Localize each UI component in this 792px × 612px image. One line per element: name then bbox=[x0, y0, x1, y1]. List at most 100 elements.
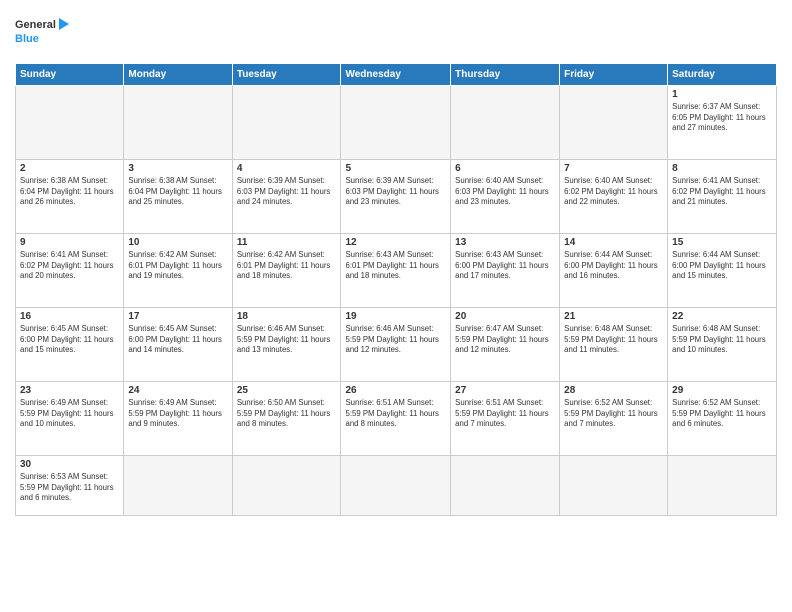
day-info: Sunrise: 6:37 AM Sunset: 6:05 PM Dayligh… bbox=[672, 102, 772, 134]
day-info: Sunrise: 6:42 AM Sunset: 6:01 PM Dayligh… bbox=[128, 250, 227, 282]
day-number: 28 bbox=[564, 385, 663, 396]
day-number: 25 bbox=[237, 385, 337, 396]
calendar-table: SundayMondayTuesdayWednesdayThursdayFrid… bbox=[15, 63, 777, 516]
calendar-cell: 27 Sunrise: 6:51 AM Sunset: 5:59 PM Dayli… bbox=[451, 382, 560, 456]
calendar-cell bbox=[232, 86, 341, 160]
day-info: Sunrise: 6:50 AM Sunset: 5:59 PM Dayligh… bbox=[237, 398, 337, 430]
day-number: 13 bbox=[455, 237, 555, 248]
day-number: 6 bbox=[455, 163, 555, 174]
calendar-cell: 10 Sunrise: 6:42 AM Sunset: 6:01 PM Dayli… bbox=[124, 234, 232, 308]
logo: General Blue bbox=[15, 10, 70, 55]
day-number: 30 bbox=[20, 459, 119, 470]
day-info: Sunrise: 6:51 AM Sunset: 5:59 PM Dayligh… bbox=[455, 398, 555, 430]
day-info: Sunrise: 6:52 AM Sunset: 5:59 PM Dayligh… bbox=[672, 398, 772, 430]
week-row-1: 2 Sunrise: 6:38 AM Sunset: 6:04 PM Daylig… bbox=[16, 160, 777, 234]
calendar-cell: 18Sunrise: 6:46 AM Sunset: 5:59 PM Dayli… bbox=[232, 308, 341, 382]
day-info: Sunrise: 6:39 AM Sunset: 6:03 PM Dayligh… bbox=[345, 176, 446, 208]
day-info: Sunrise: 6:40 AM Sunset: 6:03 PM Dayligh… bbox=[455, 176, 555, 208]
day-number: 29 bbox=[672, 385, 772, 396]
day-number: 21 bbox=[564, 311, 663, 322]
calendar-cell bbox=[232, 456, 341, 516]
week-row-0: 1 Sunrise: 6:37 AM Sunset: 6:05 PM Daylig… bbox=[16, 86, 777, 160]
calendar-cell: 28 Sunrise: 6:52 AM Sunset: 5:59 PM Dayli… bbox=[560, 382, 668, 456]
calendar-cell bbox=[16, 86, 124, 160]
day-info: Sunrise: 6:51 AM Sunset: 5:59 PM Dayligh… bbox=[345, 398, 446, 430]
week-row-4: 23 Sunrise: 6:49 AM Sunset: 5:59 PM Dayli… bbox=[16, 382, 777, 456]
day-info: Sunrise: 6:52 AM Sunset: 5:59 PM Dayligh… bbox=[564, 398, 663, 430]
day-number: 10 bbox=[128, 237, 227, 248]
weekday-header-wednesday: Wednesday bbox=[341, 64, 451, 86]
day-info: Sunrise: 6:39 AM Sunset: 6:03 PM Dayligh… bbox=[237, 176, 337, 208]
week-row-2: 9Sunrise: 6:41 AM Sunset: 6:02 PM Daylig… bbox=[16, 234, 777, 308]
day-info: Sunrise: 6:49 AM Sunset: 5:59 PM Dayligh… bbox=[128, 398, 227, 430]
week-row-3: 16 Sunrise: 6:45 AM Sunset: 6:00 PM Dayli… bbox=[16, 308, 777, 382]
calendar-cell: 14 Sunrise: 6:44 AM Sunset: 6:00 PM Dayli… bbox=[560, 234, 668, 308]
calendar-cell: 22Sunrise: 6:48 AM Sunset: 5:59 PM Dayli… bbox=[668, 308, 777, 382]
day-info: Sunrise: 6:38 AM Sunset: 6:04 PM Dayligh… bbox=[128, 176, 227, 208]
day-info: Sunrise: 6:44 AM Sunset: 6:00 PM Dayligh… bbox=[564, 250, 663, 282]
calendar-cell: 29 Sunrise: 6:52 AM Sunset: 5:59 PM Dayli… bbox=[668, 382, 777, 456]
calendar-cell: 1 Sunrise: 6:37 AM Sunset: 6:05 PM Daylig… bbox=[668, 86, 777, 160]
weekday-header-saturday: Saturday bbox=[668, 64, 777, 86]
day-info: Sunrise: 6:45 AM Sunset: 6:00 PM Dayligh… bbox=[128, 324, 227, 356]
day-info: Sunrise: 6:46 AM Sunset: 5:59 PM Dayligh… bbox=[345, 324, 446, 356]
page: General Blue SundayMondayTuesdayWednesda… bbox=[0, 0, 792, 612]
day-number: 2 bbox=[20, 163, 119, 174]
calendar-cell: 21 Sunrise: 6:48 AM Sunset: 5:59 PM Dayli… bbox=[560, 308, 668, 382]
calendar-cell: 30 Sunrise: 6:53 AM Sunset: 5:59 PM Dayli… bbox=[16, 456, 124, 516]
calendar-cell: 13 Sunrise: 6:43 AM Sunset: 6:00 PM Dayli… bbox=[451, 234, 560, 308]
calendar-cell: 20Sunrise: 6:47 AM Sunset: 5:59 PM Dayli… bbox=[451, 308, 560, 382]
day-number: 16 bbox=[20, 311, 119, 322]
calendar-cell: 3Sunrise: 6:38 AM Sunset: 6:04 PM Daylig… bbox=[124, 160, 232, 234]
day-number: 14 bbox=[564, 237, 663, 248]
weekday-header-row: SundayMondayTuesdayWednesdayThursdayFrid… bbox=[16, 64, 777, 86]
calendar-cell: 12 Sunrise: 6:43 AM Sunset: 6:01 PM Dayli… bbox=[341, 234, 451, 308]
day-number: 26 bbox=[345, 385, 446, 396]
header: General Blue bbox=[15, 10, 777, 55]
day-number: 12 bbox=[345, 237, 446, 248]
day-info: Sunrise: 6:43 AM Sunset: 6:01 PM Dayligh… bbox=[345, 250, 446, 282]
day-info: Sunrise: 6:43 AM Sunset: 6:00 PM Dayligh… bbox=[455, 250, 555, 282]
calendar-cell: 4Sunrise: 6:39 AM Sunset: 6:03 PM Daylig… bbox=[232, 160, 341, 234]
calendar-cell: 6 Sunrise: 6:40 AM Sunset: 6:03 PM Daylig… bbox=[451, 160, 560, 234]
calendar-cell bbox=[341, 86, 451, 160]
calendar-cell bbox=[451, 456, 560, 516]
calendar-cell: 19 Sunrise: 6:46 AM Sunset: 5:59 PM Dayli… bbox=[341, 308, 451, 382]
day-info: Sunrise: 6:38 AM Sunset: 6:04 PM Dayligh… bbox=[20, 176, 119, 208]
calendar-cell: 9Sunrise: 6:41 AM Sunset: 6:02 PM Daylig… bbox=[16, 234, 124, 308]
calendar-cell bbox=[341, 456, 451, 516]
svg-text:General: General bbox=[15, 19, 56, 31]
day-info: Sunrise: 6:49 AM Sunset: 5:59 PM Dayligh… bbox=[20, 398, 119, 430]
day-number: 5 bbox=[345, 163, 446, 174]
day-number: 1 bbox=[672, 89, 772, 100]
day-number: 23 bbox=[20, 385, 119, 396]
calendar-cell: 23 Sunrise: 6:49 AM Sunset: 5:59 PM Dayli… bbox=[16, 382, 124, 456]
weekday-header-tuesday: Tuesday bbox=[232, 64, 341, 86]
day-info: Sunrise: 6:44 AM Sunset: 6:00 PM Dayligh… bbox=[672, 250, 772, 282]
day-info: Sunrise: 6:48 AM Sunset: 5:59 PM Dayligh… bbox=[564, 324, 663, 356]
weekday-header-sunday: Sunday bbox=[16, 64, 124, 86]
weekday-header-friday: Friday bbox=[560, 64, 668, 86]
calendar-cell: 5 Sunrise: 6:39 AM Sunset: 6:03 PM Daylig… bbox=[341, 160, 451, 234]
calendar-cell bbox=[124, 86, 232, 160]
day-number: 17 bbox=[128, 311, 227, 322]
day-number: 19 bbox=[345, 311, 446, 322]
calendar-cell bbox=[560, 456, 668, 516]
day-info: Sunrise: 6:53 AM Sunset: 5:59 PM Dayligh… bbox=[20, 472, 119, 504]
calendar-cell: 26 Sunrise: 6:51 AM Sunset: 5:59 PM Dayli… bbox=[341, 382, 451, 456]
day-number: 18 bbox=[237, 311, 337, 322]
day-number: 20 bbox=[455, 311, 555, 322]
weekday-header-monday: Monday bbox=[124, 64, 232, 86]
calendar-cell bbox=[451, 86, 560, 160]
day-number: 8 bbox=[672, 163, 772, 174]
day-number: 7 bbox=[564, 163, 663, 174]
calendar-cell: 15 Sunrise: 6:44 AM Sunset: 6:00 PM Dayli… bbox=[668, 234, 777, 308]
day-number: 15 bbox=[672, 237, 772, 248]
day-number: 22 bbox=[672, 311, 772, 322]
calendar-cell: 2 Sunrise: 6:38 AM Sunset: 6:04 PM Daylig… bbox=[16, 160, 124, 234]
weekday-header-thursday: Thursday bbox=[451, 64, 560, 86]
day-number: 27 bbox=[455, 385, 555, 396]
calendar-cell bbox=[560, 86, 668, 160]
day-info: Sunrise: 6:42 AM Sunset: 6:01 PM Dayligh… bbox=[237, 250, 337, 282]
calendar-cell bbox=[124, 456, 232, 516]
